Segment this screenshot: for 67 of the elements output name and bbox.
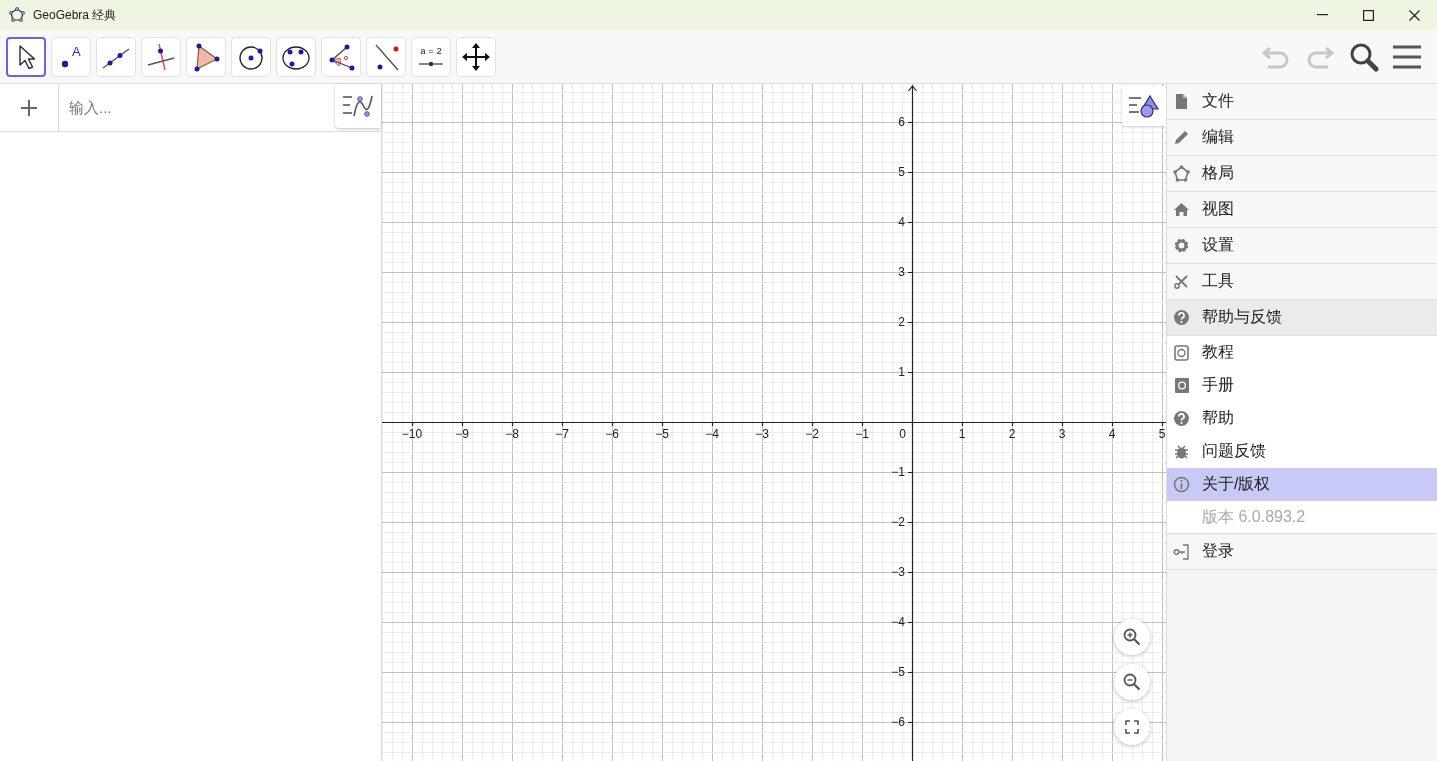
zoom-out-button[interactable] bbox=[1114, 664, 1150, 700]
axis-label: −5 bbox=[891, 665, 905, 679]
close-icon[interactable] bbox=[1408, 9, 1420, 21]
axis-label: 0 bbox=[899, 427, 906, 441]
submenu-item[interactable]: 帮助 bbox=[1167, 402, 1437, 435]
axis-label: 3 bbox=[1058, 427, 1066, 441]
maximize-icon[interactable] bbox=[1362, 9, 1374, 21]
info-icon bbox=[1173, 476, 1190, 493]
axis-label: −1 bbox=[891, 465, 905, 479]
version-text: 版本 6.0.893.2 bbox=[1167, 501, 1437, 534]
axis-label: 6 bbox=[898, 115, 905, 129]
menu-icon[interactable] bbox=[1393, 44, 1421, 69]
zoom-in-button[interactable] bbox=[1114, 619, 1150, 655]
axis-label: −9 bbox=[455, 427, 469, 441]
axis-label: 5 bbox=[1158, 427, 1166, 441]
axis-label: 5 bbox=[898, 165, 905, 179]
axis-label: −7 bbox=[555, 427, 569, 441]
settings-icon bbox=[1173, 237, 1190, 254]
home-icon bbox=[1173, 201, 1190, 218]
axis-label: 4 bbox=[1108, 427, 1116, 441]
menu-item[interactable]: 帮助与反馈 bbox=[1167, 300, 1437, 336]
axis-label: −1 bbox=[855, 427, 869, 441]
axis-label: −2 bbox=[805, 427, 819, 441]
axis-label: −3 bbox=[891, 565, 905, 579]
axis-label: 1 bbox=[898, 365, 905, 379]
axis-label: −6 bbox=[605, 427, 619, 441]
plus-icon[interactable] bbox=[21, 99, 37, 116]
minimize-icon[interactable] bbox=[1316, 14, 1328, 16]
zoom-out-icon bbox=[1123, 673, 1141, 691]
axis-label: −8 bbox=[505, 427, 519, 441]
app-logo-icon bbox=[9, 7, 25, 23]
submenu-item[interactable]: 关于/版权 bbox=[1167, 468, 1437, 501]
axis-label: −4 bbox=[891, 615, 905, 629]
file-icon bbox=[1173, 93, 1190, 110]
axis-label: 2 bbox=[1008, 427, 1016, 441]
shapes-list-icon bbox=[1127, 93, 1161, 119]
submenu-item[interactable]: 手册 bbox=[1167, 369, 1437, 402]
fullscreen-icon bbox=[1125, 720, 1139, 734]
axis-label: −6 bbox=[891, 715, 905, 729]
graphics-style-button[interactable] bbox=[1122, 86, 1166, 126]
axis-label: 1 bbox=[958, 427, 966, 441]
manual-icon bbox=[1173, 377, 1190, 394]
axis-label: 3 bbox=[898, 265, 905, 279]
axis-label: −5 bbox=[655, 427, 669, 441]
tool-button[interactable] bbox=[6, 36, 46, 77]
help-icon bbox=[1173, 410, 1190, 427]
submenu-item[interactable]: 教程 bbox=[1167, 336, 1437, 369]
axis-label: −3 bbox=[755, 427, 769, 441]
algebra-style-button[interactable] bbox=[335, 84, 381, 128]
pentagon-icon bbox=[1173, 165, 1190, 182]
axis-label: 2 bbox=[898, 315, 905, 329]
pencil-icon bbox=[1173, 129, 1190, 146]
axis-label: −10 bbox=[401, 427, 423, 441]
axis-label: −2 bbox=[891, 515, 905, 529]
fullscreen-button[interactable] bbox=[1114, 709, 1150, 745]
login-icon bbox=[1173, 543, 1190, 560]
search-icon[interactable] bbox=[1349, 41, 1379, 72]
scissors-icon bbox=[1173, 273, 1190, 290]
help-icon bbox=[1173, 309, 1190, 326]
window-title: GeoGebra 经典 bbox=[33, 6, 117, 24]
function-list-icon bbox=[341, 93, 375, 119]
zoom-in-icon bbox=[1123, 628, 1141, 646]
bug-icon bbox=[1173, 443, 1190, 460]
axis-label: 4 bbox=[898, 215, 905, 229]
tutorial-icon bbox=[1173, 344, 1190, 361]
axis-label: −4 bbox=[705, 427, 719, 441]
submenu-item[interactable]: 问题反馈 bbox=[1167, 435, 1437, 468]
